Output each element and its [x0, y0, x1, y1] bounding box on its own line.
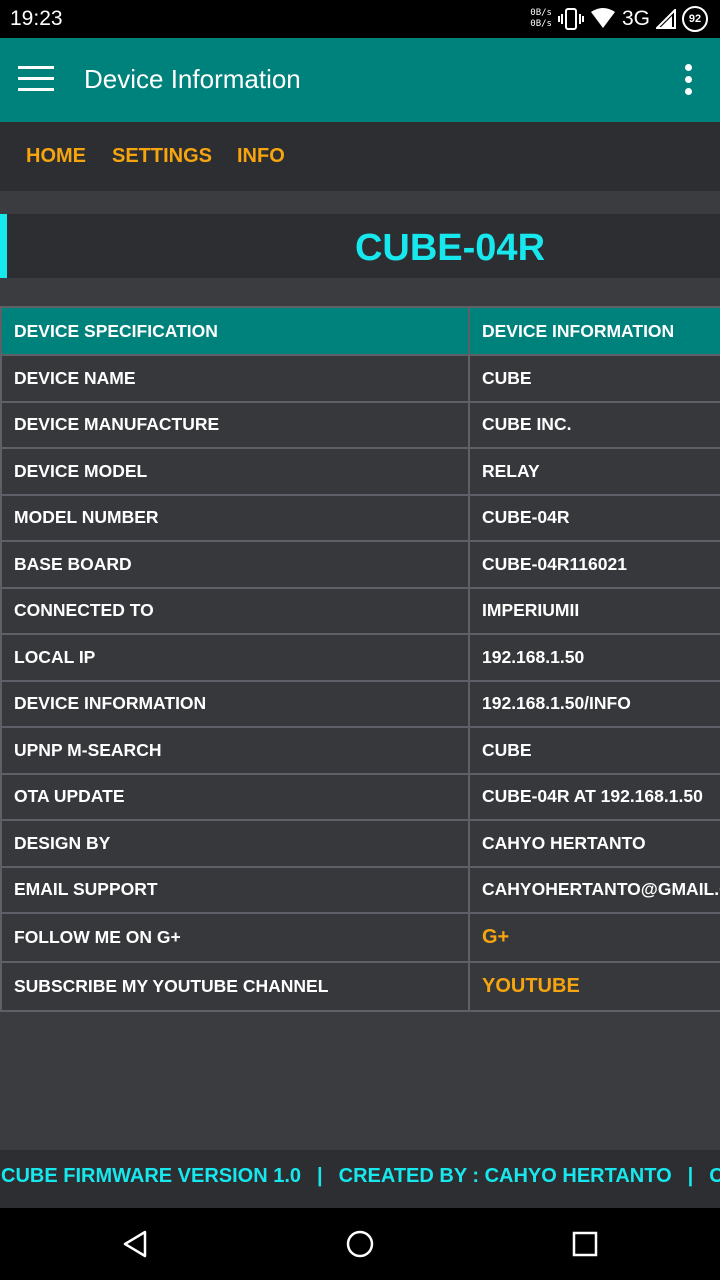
wifi-icon [590, 8, 615, 28]
firmware-version: CUBE FIRMWARE VERSION 1.0 [1, 1165, 302, 1187]
status-time: 19:23 [10, 7, 63, 30]
row-label: SUBSCRIBE MY YOUTUBE CHANNEL [0, 961, 470, 1012]
net-speed-down: 0B/s [530, 19, 552, 29]
row-value: CUBE-04R [468, 493, 720, 542]
row-value: CUBE-04R AT 192.168.1.50 [468, 772, 720, 821]
table-row: MODEL NUMBER CUBE-04R [0, 493, 720, 542]
row-label: DEVICE MANUFACTURE [0, 400, 470, 449]
table-row: UPNP M-SEARCH CUBE [0, 726, 720, 775]
created-by: CREATED BY : CAHYO HERTANTO [338, 1165, 672, 1187]
row-label: DEVICE NAME [0, 354, 470, 403]
row-value: 192.168.1.50 [468, 633, 720, 682]
device-table: DEVICE SPECIFICATION DEVICE INFORMATION … [0, 306, 720, 1012]
nav-info-link[interactable]: INFO [237, 145, 285, 168]
row-value: CAHYO HERTANTO [468, 819, 720, 868]
table-header-spec: DEVICE SPECIFICATION [0, 306, 470, 356]
net-speed-up: 0B/s [530, 8, 552, 18]
row-value: CUBE [468, 726, 720, 775]
row-label: BASE BOARD [0, 540, 470, 589]
row-label: CONNECTED TO [0, 586, 470, 635]
network-type: 3G [621, 7, 650, 30]
footer-separator: | [687, 1165, 694, 1187]
row-label: DESIGN BY [0, 819, 470, 868]
table-row: DESIGN BY CAHYO HERTANTO [0, 819, 720, 868]
row-label: DEVICE MODEL [0, 447, 470, 496]
row-value: 192.168.1.50/INFO [468, 679, 720, 728]
system-nav-bar [0, 1208, 720, 1280]
row-value: CUBE [468, 354, 720, 403]
device-banner: CUBE-04R [0, 214, 720, 278]
table-row: LOCAL IP 192.168.1.50 [0, 633, 720, 682]
row-label: EMAIL SUPPORT [0, 865, 470, 914]
overflow-menu-icon[interactable] [682, 64, 694, 98]
table-row: DEVICE NAME CUBE [0, 354, 720, 403]
row-label: FOLLOW ME ON G+ [0, 912, 470, 963]
status-bar: 19:23 0B/s 0B/s 3G 92 [0, 0, 720, 38]
row-value: CUBE-04R116021 [468, 540, 720, 589]
battery-icon: 92 [682, 6, 708, 32]
gplus-link-cell: G+ [468, 912, 720, 963]
nav-home-link[interactable]: HOME [26, 145, 86, 168]
table-row: OTA UPDATE CUBE-04R AT 192.168.1.50 [0, 772, 720, 821]
table-header-info: DEVICE INFORMATION [468, 306, 720, 356]
row-label: MODEL NUMBER [0, 493, 470, 542]
app-title: Device Information [84, 64, 301, 94]
footer-marquee: CUBE FIRMWARE VERSION 1.0 | CREATED BY : C… [0, 1150, 720, 1208]
battery-level: 92 [688, 13, 702, 25]
table-row: DEVICE INFORMATION 192.168.1.50/INFO [0, 679, 720, 728]
table-row: DEVICE MANUFACTURE CUBE INC. [0, 400, 720, 449]
footer-separator: | [317, 1165, 323, 1187]
hamburger-menu-icon[interactable] [18, 66, 54, 94]
device-title: CUBE-04R [354, 227, 546, 269]
table-header-row: DEVICE SPECIFICATION DEVICE INFORMATION [0, 306, 720, 356]
row-label: OTA UPDATE [0, 772, 470, 821]
row-value: RELAY [468, 447, 720, 496]
app-bar: Device Information [0, 38, 720, 122]
status-icons: 0B/s 0B/s 3G 92 [530, 4, 708, 34]
footer-text: CUBE FIRMWARE VERSION 1.0 | CREATED BY : C… [1, 1165, 720, 1188]
network-speed: 0B/s 0B/s [530, 8, 552, 30]
back-icon[interactable] [120, 1228, 152, 1260]
row-value: CAHYOHERTANTO@GMAIL.C [468, 865, 720, 914]
footer-trailing: CO [709, 1165, 720, 1187]
youtube-link-cell: YOUTUBE [468, 961, 720, 1012]
table-row: SUBSCRIBE MY YOUTUBE CHANNEL YOUTUBE [0, 961, 720, 1012]
row-label: LOCAL IP [0, 633, 470, 682]
recents-icon[interactable] [569, 1228, 601, 1260]
gplus-link[interactable]: G+ [482, 926, 509, 948]
nav-links: HOME SETTINGS INFO [0, 122, 720, 191]
row-value: IMPERIUMII [468, 586, 720, 635]
table-row: DEVICE MODEL RELAY [0, 447, 720, 496]
vibrate-icon [557, 8, 584, 30]
youtube-link[interactable]: YOUTUBE [482, 975, 580, 997]
row-label: DEVICE INFORMATION [0, 679, 470, 728]
nav-settings-link[interactable]: SETTINGS [112, 145, 212, 168]
signal-icon [656, 9, 676, 29]
table-row: BASE BOARD CUBE-04R116021 [0, 540, 720, 589]
home-icon[interactable] [344, 1228, 376, 1260]
table-row: CONNECTED TO IMPERIUMII [0, 586, 720, 635]
row-label: UPNP M-SEARCH [0, 726, 470, 775]
row-value: CUBE INC. [468, 400, 720, 449]
table-row: FOLLOW ME ON G+ G+ [0, 912, 720, 963]
table-row: EMAIL SUPPORT CAHYOHERTANTO@GMAIL.C [0, 865, 720, 914]
